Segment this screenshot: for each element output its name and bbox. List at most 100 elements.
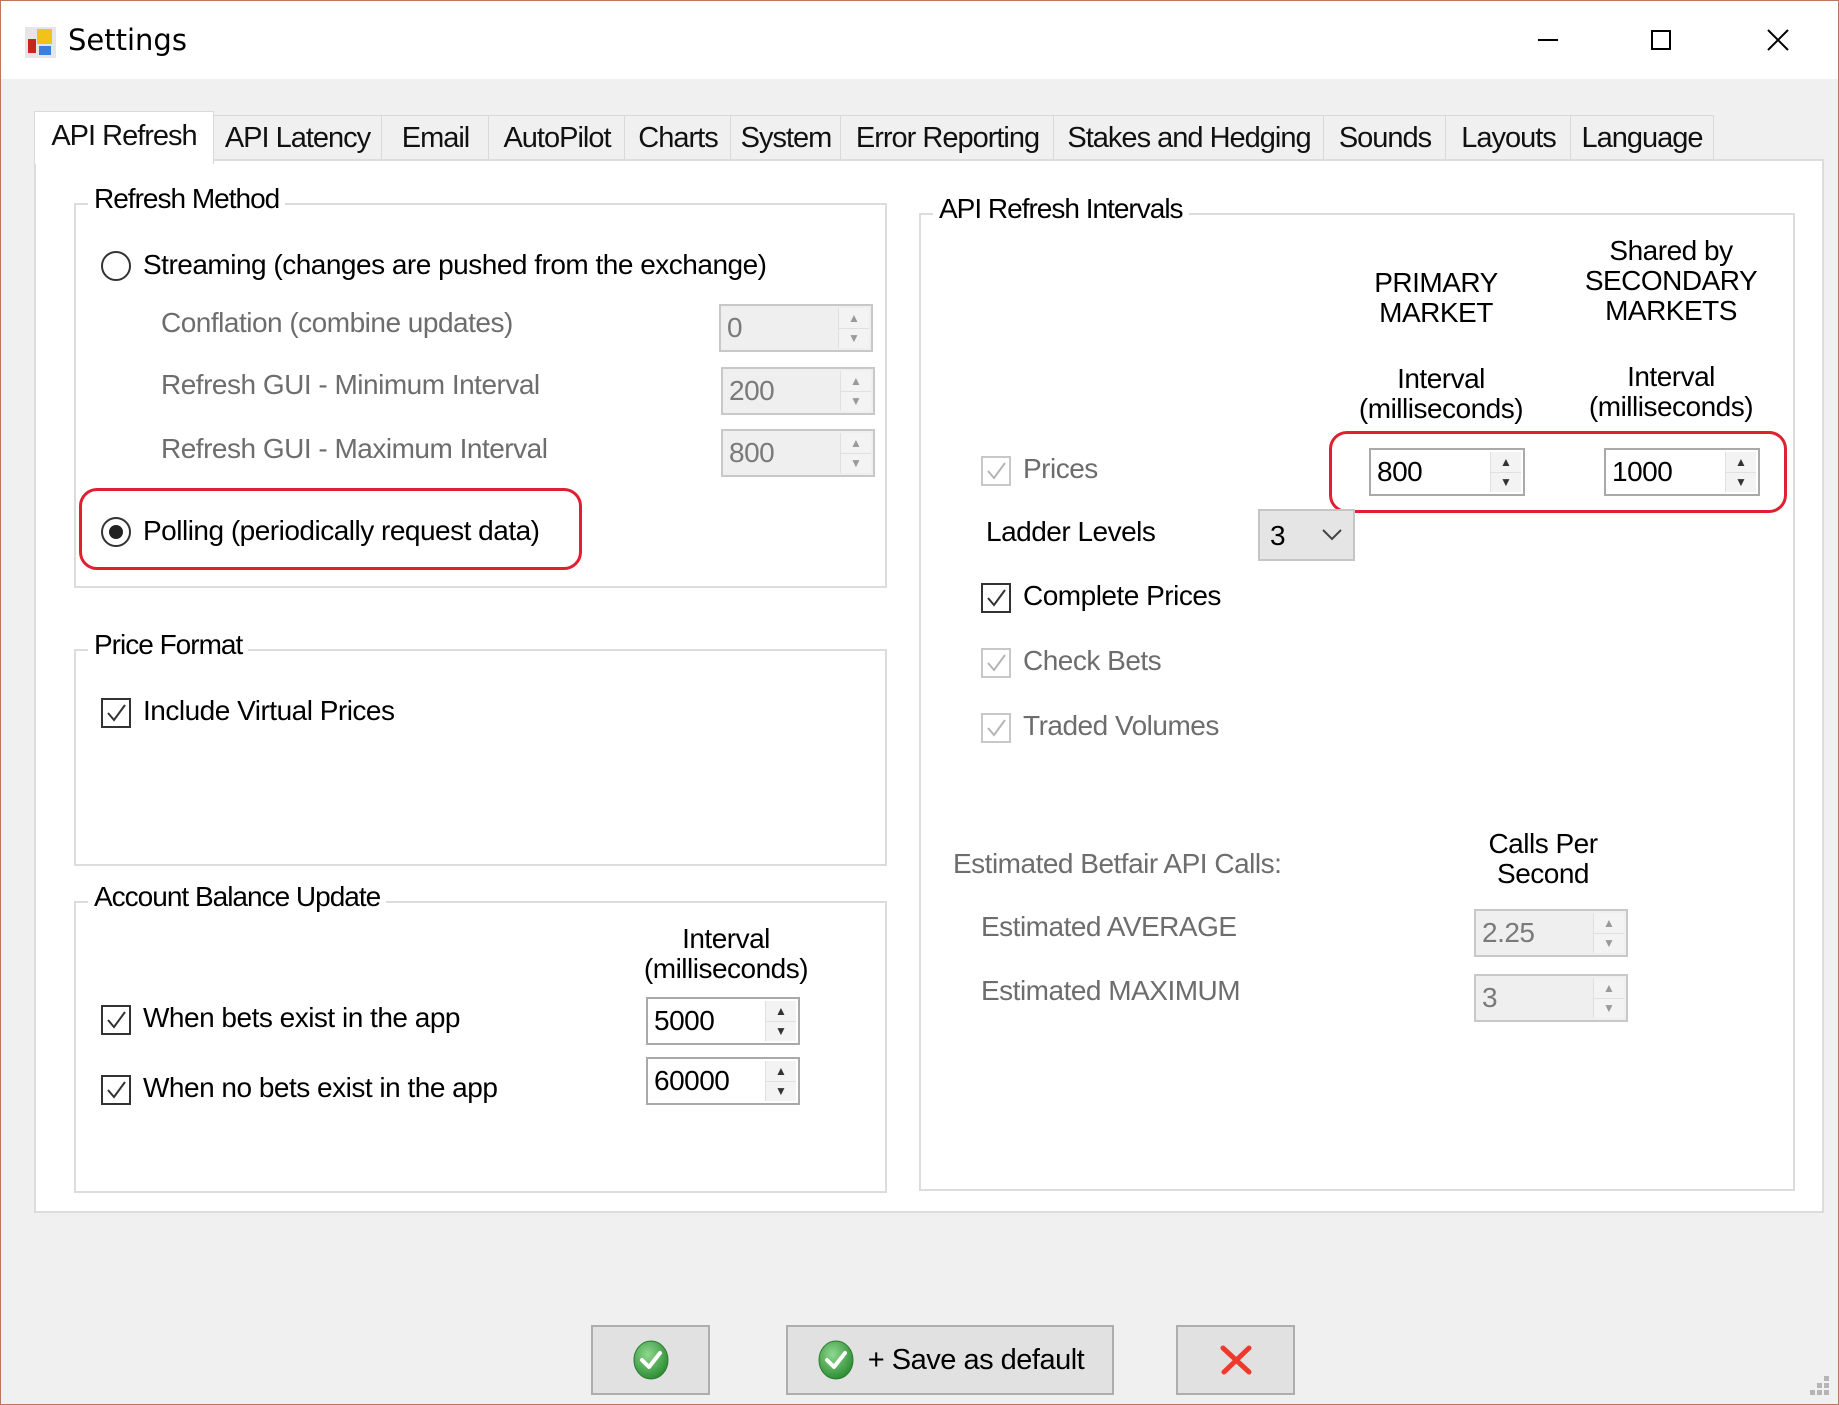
save-as-default-label: + Save as default [867, 1343, 1085, 1376]
tab-sounds[interactable]: Sounds [1323, 115, 1447, 160]
interval-header-line1: Interval [1397, 363, 1485, 394]
spin-up-icon[interactable]: ▲ [766, 1061, 796, 1082]
prices-label: Prices [1023, 453, 1098, 484]
spin-up-icon[interactable]: ▲ [766, 1001, 796, 1022]
with-bets-interval-value: 5000 [654, 1005, 715, 1036]
chevron-down-icon [1322, 529, 1342, 541]
no-bets-checkbox[interactable] [101, 1075, 131, 1105]
gui-max-label: Refresh GUI - Maximum Interval [161, 433, 548, 464]
estimated-maximum-label: Estimated MAXIMUM [981, 975, 1241, 1006]
close-button[interactable] [1723, 1, 1833, 79]
spin-up-icon[interactable]: ▲ [1594, 913, 1624, 934]
save-as-default-button[interactable]: + Save as default [786, 1325, 1114, 1395]
spin-up-icon[interactable]: ▲ [841, 371, 871, 392]
spin-down-icon[interactable]: ▼ [841, 453, 871, 473]
app-icon [25, 27, 56, 58]
gui-max-value: 800 [729, 437, 775, 468]
spin-up-icon[interactable]: ▲ [839, 308, 869, 329]
include-virtual-prices-label: Include Virtual Prices [143, 695, 395, 726]
estimated-average-spinner[interactable]: 2.25 ▲ ▼ [1474, 909, 1628, 957]
complete-prices-checkbox[interactable] [981, 583, 1011, 613]
resize-grip[interactable] [1809, 1376, 1833, 1400]
tab-api-latency[interactable]: API Latency [212, 115, 383, 160]
estimated-maximum-spinner[interactable]: 3 ▲ ▼ [1474, 974, 1628, 1022]
spin-down-icon[interactable]: ▼ [841, 391, 871, 411]
green-check-icon [818, 1340, 854, 1380]
ok-button[interactable] [591, 1325, 710, 1395]
tab-api-refresh[interactable]: API Refresh [34, 111, 214, 164]
spin-down-icon[interactable]: ▼ [1594, 933, 1624, 953]
tab-label: AutoPilot [503, 122, 611, 154]
prices-checkbox[interactable] [981, 456, 1011, 486]
tab-autopilot[interactable]: AutoPilot [488, 115, 626, 160]
tab-error-reporting[interactable]: Error Reporting [840, 115, 1055, 160]
cancel-button[interactable] [1176, 1325, 1295, 1395]
tab-label: Stakes and Hedging [1067, 122, 1311, 154]
checkmark-icon [987, 654, 1006, 672]
spin-up-icon[interactable]: ▲ [1594, 978, 1624, 999]
red-x-icon [1220, 1345, 1251, 1375]
no-bets-label: When no bets exist in the app [143, 1072, 498, 1103]
traded-volumes-label: Traded Volumes [1023, 710, 1219, 741]
maximize-icon [1651, 30, 1671, 50]
balance-interval-header: Interval (milliseconds) [621, 923, 831, 985]
ladder-levels-select[interactable]: 3 [1258, 509, 1355, 561]
spin-down-icon[interactable]: ▼ [1594, 998, 1624, 1018]
spin-down-icon[interactable]: ▼ [766, 1081, 796, 1101]
settings-window: Settings API Refresh API Latency Email A… [0, 0, 1839, 1405]
gui-min-label: Refresh GUI - Minimum Interval [161, 369, 540, 400]
minimize-button[interactable] [1493, 1, 1603, 79]
gui-min-spinner[interactable]: 200 ▲ ▼ [721, 367, 875, 415]
conflation-spinner[interactable]: 0 ▲ ▼ [719, 304, 873, 352]
include-virtual-prices-checkbox[interactable] [101, 698, 131, 728]
spin-down-icon[interactable]: ▼ [766, 1021, 796, 1041]
api-refresh-intervals-title: API Refresh Intervals [933, 193, 1189, 225]
conflation-label: Conflation (combine updates) [161, 307, 513, 338]
tab-label: System [740, 122, 833, 154]
secondary-header-line2: MARKETS [1605, 295, 1737, 326]
tab-label: API Refresh [51, 120, 197, 152]
no-bets-interval-value: 60000 [654, 1065, 730, 1096]
checkmark-icon [107, 1011, 126, 1029]
secondary-interval-header: Interval (milliseconds) [1566, 361, 1776, 423]
calls-per-second-header: Calls Per Second [1443, 828, 1643, 890]
estimated-average-value: 2.25 [1482, 917, 1535, 948]
streaming-radio[interactable] [101, 251, 131, 281]
interval-header-line2: (milliseconds) [1588, 391, 1754, 422]
title-bar: Settings [1, 1, 1838, 79]
tab-stakes-and-hedging[interactable]: Stakes and Hedging [1053, 115, 1325, 160]
refresh-method-title: Refresh Method [88, 183, 286, 215]
tab-label: Email [401, 122, 471, 154]
conflation-value: 0 [727, 312, 743, 343]
maximize-button[interactable] [1606, 1, 1716, 79]
ladder-levels-label: Ladder Levels [986, 516, 1156, 547]
spin-down-icon[interactable]: ▼ [839, 328, 869, 348]
gui-min-value: 200 [729, 375, 775, 406]
primary-header-line1: PRIMARY [1374, 267, 1498, 298]
check-bets-checkbox[interactable] [981, 648, 1011, 678]
intervals-highlight-box [1329, 431, 1787, 513]
tab-email[interactable]: Email [381, 115, 490, 160]
no-bets-interval-spinner[interactable]: 60000 ▲ ▼ [646, 1057, 800, 1105]
traded-volumes-checkbox[interactable] [981, 713, 1011, 743]
complete-prices-label: Complete Prices [1023, 580, 1221, 611]
spin-up-icon[interactable]: ▲ [841, 433, 871, 454]
calls-header-line1: Calls Per [1488, 828, 1598, 859]
tab-layouts[interactable]: Layouts [1445, 115, 1572, 160]
tab-charts[interactable]: Charts [624, 115, 732, 160]
calls-header-line2: Second [1497, 858, 1589, 889]
checkmark-icon [987, 589, 1006, 607]
with-bets-label: When bets exist in the app [143, 1002, 460, 1033]
tab-label: Layouts [1461, 122, 1557, 154]
primary-market-header: PRIMARY MARKET [1331, 267, 1541, 329]
tab-system[interactable]: System [730, 115, 842, 160]
gui-max-spinner[interactable]: 800 ▲ ▼ [721, 429, 875, 477]
price-format-title: Price Format [88, 629, 249, 661]
with-bets-interval-spinner[interactable]: 5000 ▲ ▼ [646, 997, 800, 1045]
minimize-icon [1538, 39, 1558, 41]
interval-header-line1: Interval [682, 923, 770, 954]
estimated-average-label: Estimated AVERAGE [981, 911, 1237, 942]
with-bets-checkbox[interactable] [101, 1005, 131, 1035]
tab-language[interactable]: Language [1570, 115, 1714, 160]
api-refresh-intervals-group: API Refresh Intervals [919, 193, 1795, 1191]
